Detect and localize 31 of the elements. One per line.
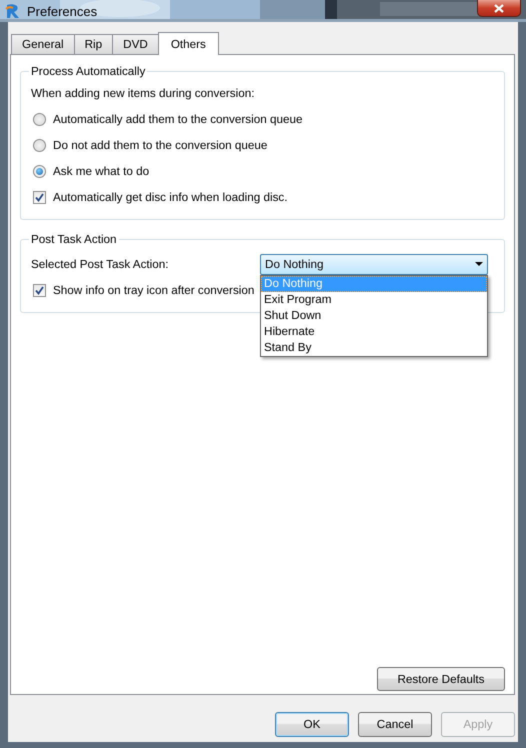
dropdown-option[interactable]: Stand By [261,340,487,356]
caret-icon [475,262,483,266]
close-icon [494,4,504,12]
checkbox[interactable] [33,190,46,204]
radio-option[interactable]: Ask me what to do [33,164,150,178]
restore-defaults-button[interactable]: Restore Defaults [377,667,505,691]
prompt-text: When adding new items during conversion: [31,86,254,100]
tab[interactable]: General [11,34,75,54]
checkbox[interactable] [33,284,46,296]
group-title: Process Automatically [30,65,146,78]
checkbox-option[interactable]: Show info on tray icon after conversion [33,284,254,296]
dropdown-option[interactable]: Hibernate [261,324,487,340]
app-icon [5,3,21,19]
tab[interactable]: Rip [74,34,114,54]
tab[interactable]: DVD [112,34,159,54]
group-title: Post Task Action [30,233,118,246]
radio-button[interactable] [33,164,46,178]
radio-button[interactable] [33,112,46,126]
tab[interactable]: Others [158,32,219,55]
radio-option[interactable]: Automatically add them to the conversion queue [33,112,302,126]
dropdown-option[interactable]: Exit Program [261,292,487,308]
dialog-button[interactable]: Cancel [358,712,432,737]
radio-option[interactable]: Do not add them to the conversion queue [33,138,268,152]
window-title: Preferences [27,4,98,18]
radio-button[interactable] [33,138,46,152]
close-button[interactable] [477,0,521,17]
checkbox-option[interactable]: Automatically get disc info when loading disc. [33,190,288,204]
action-dropdown[interactable]: Do Nothing [260,254,488,274]
field-label: Selected Post Task Action: [31,258,169,270]
dialog-button[interactable]: OK [275,712,349,737]
dropdown-option[interactable]: Shut Down [261,308,487,324]
